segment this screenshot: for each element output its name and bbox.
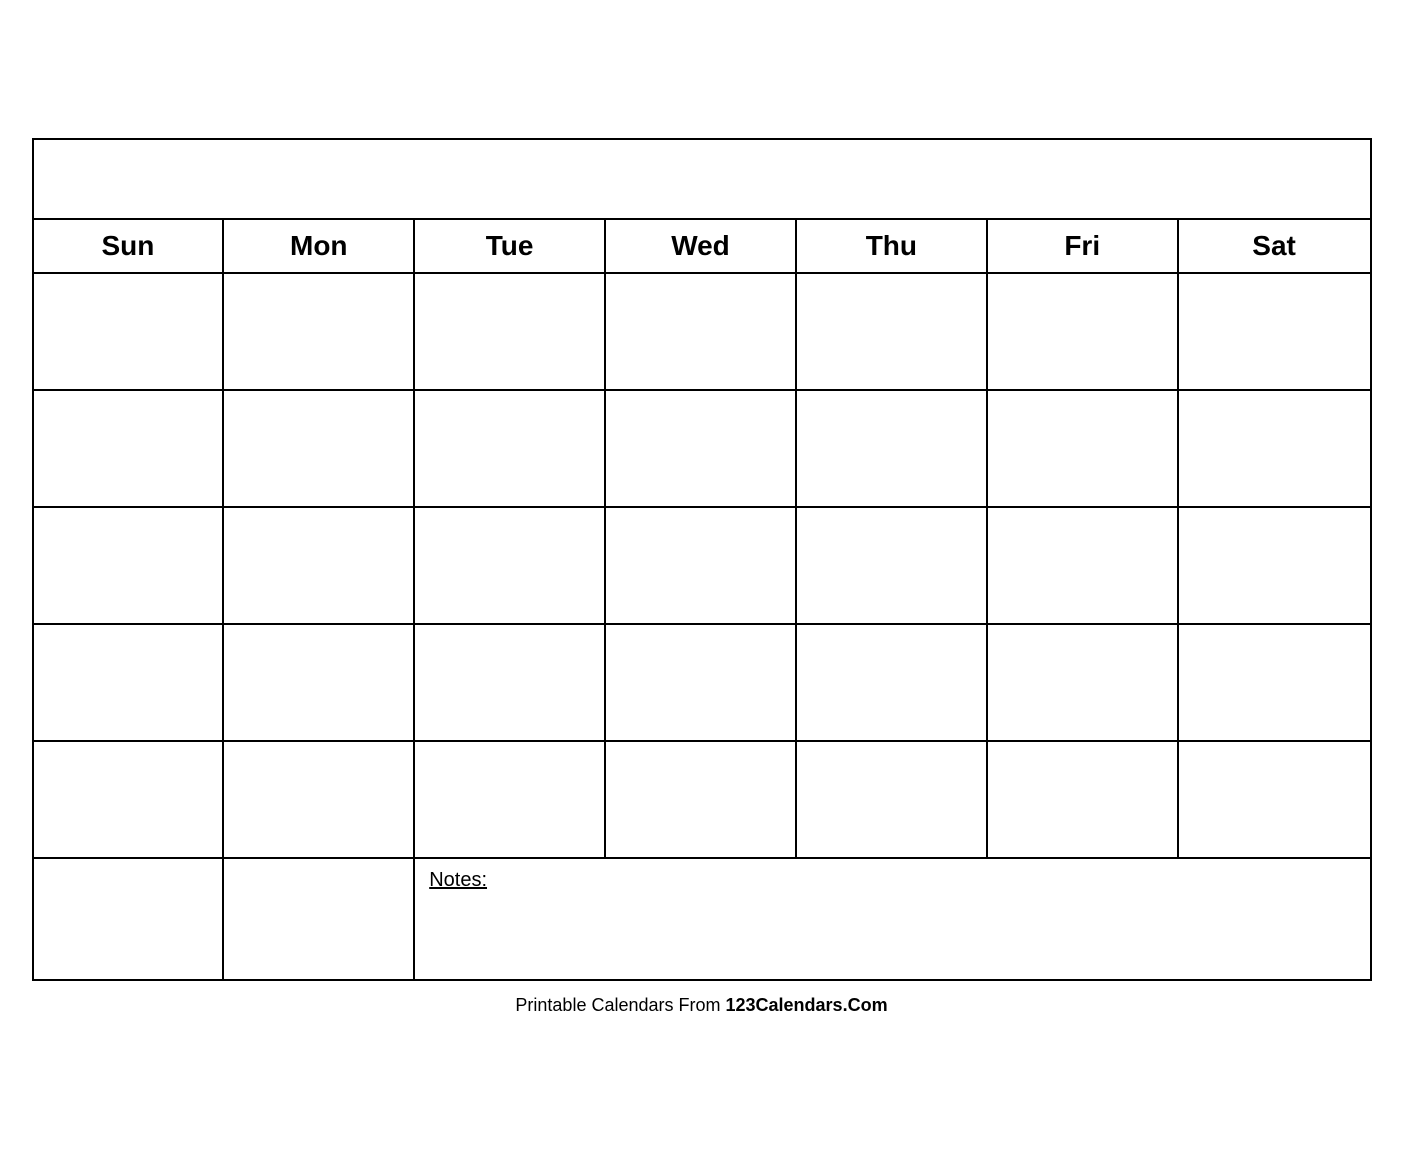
table-row bbox=[34, 391, 225, 506]
calendar-title-row bbox=[34, 140, 1370, 220]
notes-cell-mon bbox=[224, 859, 415, 979]
table-row bbox=[1179, 742, 1370, 857]
page-wrapper: Sun Mon Tue Wed Thu Fri Sat bbox=[0, 0, 1403, 1153]
table-row bbox=[224, 391, 415, 506]
table-row bbox=[988, 274, 1179, 389]
table-row bbox=[415, 274, 606, 389]
table-row bbox=[224, 742, 415, 857]
header-thu: Thu bbox=[797, 220, 988, 272]
calendar-row-1 bbox=[34, 274, 1370, 391]
table-row bbox=[415, 625, 606, 740]
footer-text-normal: Printable Calendars From bbox=[515, 995, 725, 1015]
table-row bbox=[988, 391, 1179, 506]
table-row bbox=[224, 508, 415, 623]
table-row bbox=[797, 508, 988, 623]
footer-text-bold: 123Calendars.Com bbox=[726, 995, 888, 1015]
table-row bbox=[224, 274, 415, 389]
calendar-row-2 bbox=[34, 391, 1370, 508]
header-sat: Sat bbox=[1179, 220, 1370, 272]
calendar-row-4 bbox=[34, 625, 1370, 742]
table-row bbox=[34, 625, 225, 740]
header-tue: Tue bbox=[415, 220, 606, 272]
table-row bbox=[606, 742, 797, 857]
calendar-row-5 bbox=[34, 742, 1370, 859]
table-row bbox=[988, 508, 1179, 623]
notes-label: Notes: bbox=[429, 869, 487, 891]
table-row bbox=[797, 274, 988, 389]
header-sun: Sun bbox=[34, 220, 225, 272]
table-row bbox=[34, 508, 225, 623]
table-row bbox=[415, 742, 606, 857]
notes-row: Notes: bbox=[34, 859, 1370, 979]
calendar-body: Notes: bbox=[34, 274, 1370, 979]
table-row bbox=[34, 742, 225, 857]
table-row bbox=[415, 508, 606, 623]
table-row bbox=[1179, 391, 1370, 506]
table-row bbox=[606, 391, 797, 506]
table-row bbox=[415, 391, 606, 506]
table-row bbox=[224, 625, 415, 740]
header-fri: Fri bbox=[988, 220, 1179, 272]
table-row bbox=[606, 508, 797, 623]
header-wed: Wed bbox=[606, 220, 797, 272]
table-row bbox=[606, 274, 797, 389]
table-row bbox=[988, 625, 1179, 740]
table-row bbox=[988, 742, 1179, 857]
table-row bbox=[1179, 508, 1370, 623]
calendar-container: Sun Mon Tue Wed Thu Fri Sat bbox=[32, 138, 1372, 981]
table-row bbox=[797, 391, 988, 506]
notes-cell-sun bbox=[34, 859, 225, 979]
table-row bbox=[1179, 625, 1370, 740]
table-row bbox=[34, 274, 225, 389]
calendar-row-3 bbox=[34, 508, 1370, 625]
header-mon: Mon bbox=[224, 220, 415, 272]
table-row bbox=[606, 625, 797, 740]
table-row bbox=[797, 742, 988, 857]
calendar-header: Sun Mon Tue Wed Thu Fri Sat bbox=[34, 220, 1370, 274]
notes-section: Notes: bbox=[415, 859, 1369, 979]
table-row bbox=[1179, 274, 1370, 389]
table-row bbox=[797, 625, 988, 740]
footer: Printable Calendars From 123Calendars.Co… bbox=[515, 995, 887, 1016]
